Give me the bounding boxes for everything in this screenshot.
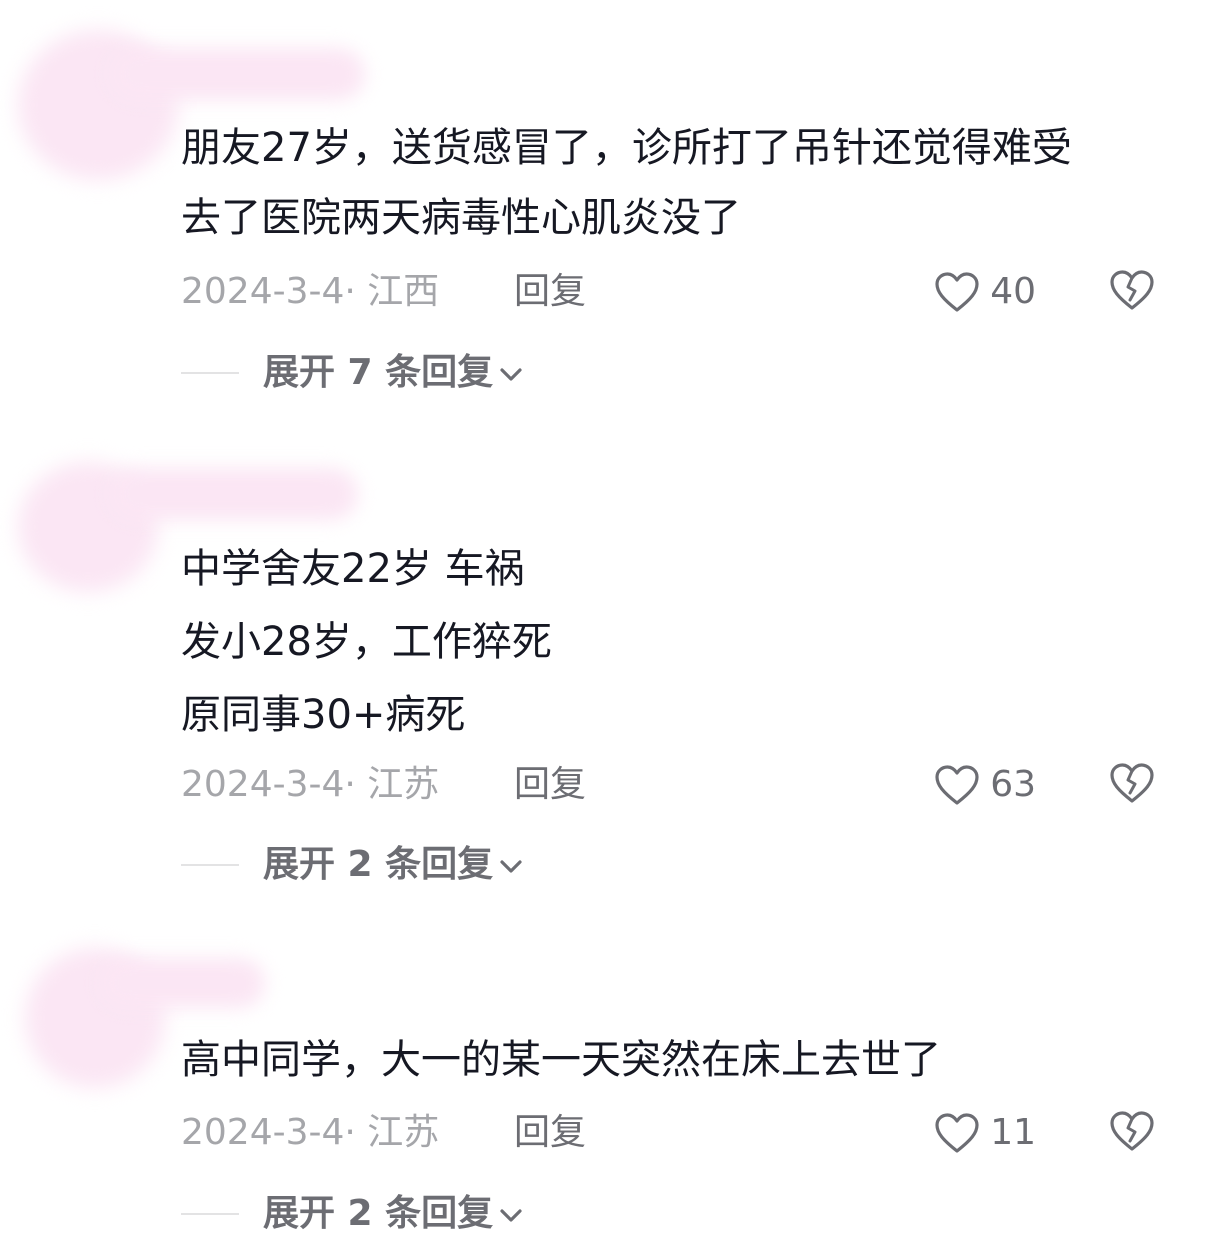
chevron-down-icon (499, 1208, 523, 1224)
reply-button[interactable]: 回复 (514, 760, 586, 810)
comment-meta-row: 2024-3-4· 江苏 回复 11 (181, 1108, 1161, 1158)
comment-text-line: 朋友27岁，送货感冒了，诊所打了吊针还觉得难受 (181, 125, 1072, 171)
heart-outline-icon (934, 764, 980, 806)
comment-item: 高中同学，大一的某一天突然在床上去世了 2024-3-4· 江苏 回复 11 展… (0, 910, 1206, 1248)
like-button[interactable]: 63 (934, 762, 1036, 808)
heart-outline-icon (934, 271, 980, 313)
expand-replies-button[interactable]: 展开 7 条回复 (181, 348, 523, 398)
comment-text-line: 原同事30+病死 (181, 692, 466, 738)
broken-heart-icon[interactable] (1109, 269, 1155, 311)
comment-text-line: 发小28岁，工作猝死 (181, 619, 552, 665)
heart-outline-icon (934, 1112, 980, 1154)
comment-text-line: 中学舍友22岁 车祸 (181, 546, 525, 592)
comment-text-line: 去了医院两天病毒性心肌炎没了 (181, 195, 741, 241)
username-redacted[interactable] (110, 468, 358, 520)
username-redacted[interactable] (100, 958, 265, 1008)
expand-replies-label: 展开 2 条回复 (263, 1193, 494, 1234)
comment-text-line: 高中同学，大一的某一天突然在床上去世了 (181, 1037, 941, 1083)
comment-meta-row: 2024-3-4· 江苏 回复 63 (181, 760, 1161, 810)
comment-date-location: 2024-3-4· 江苏 (181, 764, 440, 805)
comment-meta-row: 2024-3-4· 江西 回复 40 (181, 267, 1161, 317)
comment-text: 朋友27岁，送货感冒了，诊所打了吊针还觉得难受 去了医院两天病毒性心肌炎没了 (181, 113, 1171, 253)
comment-item: 中学舍友22岁 车祸 发小28岁，工作猝死 原同事30+病死 2024-3-4·… (0, 420, 1206, 910)
comment-item: 朋友27岁，送货感冒了，诊所打了吊针还觉得难受 去了医院两天病毒性心肌炎没了 2… (0, 0, 1206, 420)
reply-button[interactable]: 回复 (514, 267, 586, 317)
divider-line (181, 1213, 239, 1215)
like-count: 40 (990, 271, 1036, 312)
comment-text: 中学舍友22岁 车祸 发小28岁，工作猝死 原同事30+病死 (181, 534, 1171, 750)
like-count: 11 (990, 1112, 1036, 1153)
comment-date-location: 2024-3-4· 江西 (181, 271, 440, 312)
expand-replies-label: 展开 2 条回复 (263, 844, 494, 885)
divider-line (181, 372, 239, 374)
like-button[interactable]: 11 (934, 1110, 1036, 1156)
comment-date-location: 2024-3-4· 江苏 (181, 1112, 440, 1153)
divider-line (181, 864, 239, 866)
expand-replies-button[interactable]: 展开 2 条回复 (181, 840, 523, 890)
like-count: 63 (990, 764, 1036, 805)
username-redacted[interactable] (110, 48, 365, 100)
expand-replies-label: 展开 7 条回复 (263, 352, 494, 393)
broken-heart-icon[interactable] (1109, 1110, 1155, 1152)
chevron-down-icon (499, 367, 523, 383)
like-button[interactable]: 40 (934, 269, 1036, 315)
chevron-down-icon (499, 859, 523, 875)
broken-heart-icon[interactable] (1109, 762, 1155, 804)
comment-text: 高中同学，大一的某一天突然在床上去世了 (181, 1025, 1171, 1095)
expand-replies-button[interactable]: 展开 2 条回复 (181, 1189, 523, 1239)
reply-button[interactable]: 回复 (514, 1108, 586, 1158)
